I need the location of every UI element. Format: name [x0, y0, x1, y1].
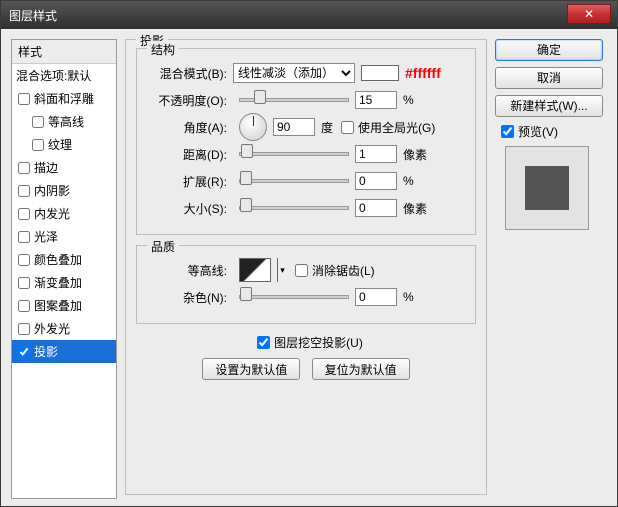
quality-legend: 品质: [147, 238, 179, 255]
style-checkbox[interactable]: [32, 139, 44, 151]
spread-unit: %: [403, 174, 414, 188]
blend-mode-label: 混合模式(B):: [147, 65, 233, 82]
styles-list: 样式 混合选项:默认 斜面和浮雕等高线纹理描边内阴影内发光光泽颜色叠加渐变叠加图…: [11, 39, 117, 499]
structure-group: 结构 混合模式(B): 线性减淡（添加） #ffffff 不透明度(O):: [136, 48, 476, 235]
close-button[interactable]: ✕: [567, 4, 611, 24]
style-item-label: 投影: [34, 343, 58, 360]
style-item-label: 描边: [34, 159, 58, 176]
ok-button[interactable]: 确定: [495, 39, 603, 61]
style-checkbox[interactable]: [18, 254, 30, 266]
style-item[interactable]: 投影: [12, 340, 116, 363]
style-item-label: 内阴影: [34, 182, 70, 199]
center-panel: 投影 结构 混合模式(B): 线性减淡（添加） #ffffff 不透明度(O):: [125, 39, 487, 501]
style-item[interactable]: 内阴影: [12, 179, 116, 202]
effect-group: 投影 结构 混合模式(B): 线性减淡（添加） #ffffff 不透明度(O):: [125, 39, 487, 495]
opacity-slider[interactable]: [239, 98, 349, 102]
antialias-checkbox[interactable]: [295, 264, 308, 277]
style-item[interactable]: 渐变叠加: [12, 271, 116, 294]
opacity-label: 不透明度(O):: [147, 92, 233, 109]
noise-unit: %: [403, 290, 414, 304]
size-slider[interactable]: [239, 206, 349, 210]
reset-default-button[interactable]: 复位为默认值: [312, 358, 410, 380]
style-checkbox[interactable]: [18, 93, 30, 105]
color-swatch[interactable]: [361, 65, 399, 81]
window-title: 图层样式: [9, 7, 57, 24]
size-input[interactable]: [355, 199, 397, 217]
noise-input[interactable]: [355, 288, 397, 306]
color-hex: #ffffff: [405, 65, 441, 81]
style-item-label: 等高线: [48, 113, 84, 130]
opacity-unit: %: [403, 93, 414, 107]
new-style-button[interactable]: 新建样式(W)...: [495, 95, 603, 117]
style-item-label: 外发光: [34, 320, 70, 337]
preview-checkbox-row[interactable]: 预览(V): [501, 123, 605, 140]
style-item[interactable]: 等高线: [12, 110, 116, 133]
blend-mode-select[interactable]: 线性减淡（添加）: [233, 63, 355, 83]
style-item-label: 渐变叠加: [34, 274, 82, 291]
set-default-button[interactable]: 设置为默认值: [202, 358, 300, 380]
preview-box: [505, 146, 589, 230]
style-item-label: 颜色叠加: [34, 251, 82, 268]
spread-input[interactable]: [355, 172, 397, 190]
quality-group: 品质 等高线: ▾ 消除锯齿(L) 杂色(N):: [136, 245, 476, 324]
style-checkbox[interactable]: [18, 208, 30, 220]
distance-input[interactable]: [355, 145, 397, 163]
distance-unit: 像素: [403, 146, 427, 163]
blend-options-row[interactable]: 混合选项:默认: [12, 63, 116, 87]
style-item[interactable]: 颜色叠加: [12, 248, 116, 271]
style-checkbox[interactable]: [18, 277, 30, 289]
preview-checkbox[interactable]: [501, 125, 514, 138]
knockout-checkbox[interactable]: [257, 336, 270, 349]
cancel-button[interactable]: 取消: [495, 67, 603, 89]
style-item[interactable]: 斜面和浮雕: [12, 87, 116, 110]
spread-slider[interactable]: [239, 179, 349, 183]
style-item[interactable]: 纹理: [12, 133, 116, 156]
size-label: 大小(S):: [147, 200, 233, 217]
structure-legend: 结构: [147, 41, 179, 58]
style-checkbox[interactable]: [18, 231, 30, 243]
style-checkbox[interactable]: [18, 323, 30, 335]
style-checkbox[interactable]: [18, 162, 30, 174]
right-column: 确定 取消 新建样式(W)... 预览(V): [495, 39, 605, 230]
style-checkbox[interactable]: [18, 300, 30, 312]
style-item-label: 图案叠加: [34, 297, 82, 314]
angle-unit: 度: [321, 119, 333, 136]
antialias-label: 消除锯齿(L): [312, 262, 375, 279]
style-item-label: 光泽: [34, 228, 58, 245]
antialias-row[interactable]: 消除锯齿(L): [295, 262, 375, 279]
angle-input[interactable]: [273, 118, 315, 136]
style-item[interactable]: 光泽: [12, 225, 116, 248]
global-light-label: 使用全局光(G): [358, 119, 435, 136]
knockout-row[interactable]: 图层挖空投影(U): [257, 334, 363, 351]
noise-slider[interactable]: [239, 295, 349, 299]
style-item-label: 纹理: [48, 136, 72, 153]
contour-picker-icon[interactable]: ▾: [277, 258, 287, 282]
style-item[interactable]: 图案叠加: [12, 294, 116, 317]
opacity-input[interactable]: [355, 91, 397, 109]
contour-thumb[interactable]: [239, 258, 271, 282]
global-light-checkbox[interactable]: [341, 121, 354, 134]
style-item-label: 内发光: [34, 205, 70, 222]
style-checkbox[interactable]: [18, 346, 30, 358]
preview-label: 预览(V): [518, 123, 558, 140]
titlebar: 图层样式 ✕: [1, 1, 617, 29]
contour-label: 等高线:: [147, 262, 233, 279]
style-item[interactable]: 外发光: [12, 317, 116, 340]
knockout-label: 图层挖空投影(U): [274, 334, 363, 351]
style-checkbox[interactable]: [18, 185, 30, 197]
spread-label: 扩展(R):: [147, 173, 233, 190]
styles-header: 样式: [12, 40, 116, 63]
style-checkbox[interactable]: [32, 116, 44, 128]
style-item[interactable]: 描边: [12, 156, 116, 179]
angle-dial[interactable]: [239, 113, 267, 141]
global-light-checkbox-row[interactable]: 使用全局光(G): [341, 119, 435, 136]
size-unit: 像素: [403, 200, 427, 217]
noise-label: 杂色(N):: [147, 289, 233, 306]
distance-label: 距离(D):: [147, 146, 233, 163]
preview-swatch: [525, 166, 569, 210]
angle-label: 角度(A):: [147, 119, 233, 136]
style-item[interactable]: 内发光: [12, 202, 116, 225]
distance-slider[interactable]: [239, 152, 349, 156]
style-item-label: 斜面和浮雕: [34, 90, 94, 107]
